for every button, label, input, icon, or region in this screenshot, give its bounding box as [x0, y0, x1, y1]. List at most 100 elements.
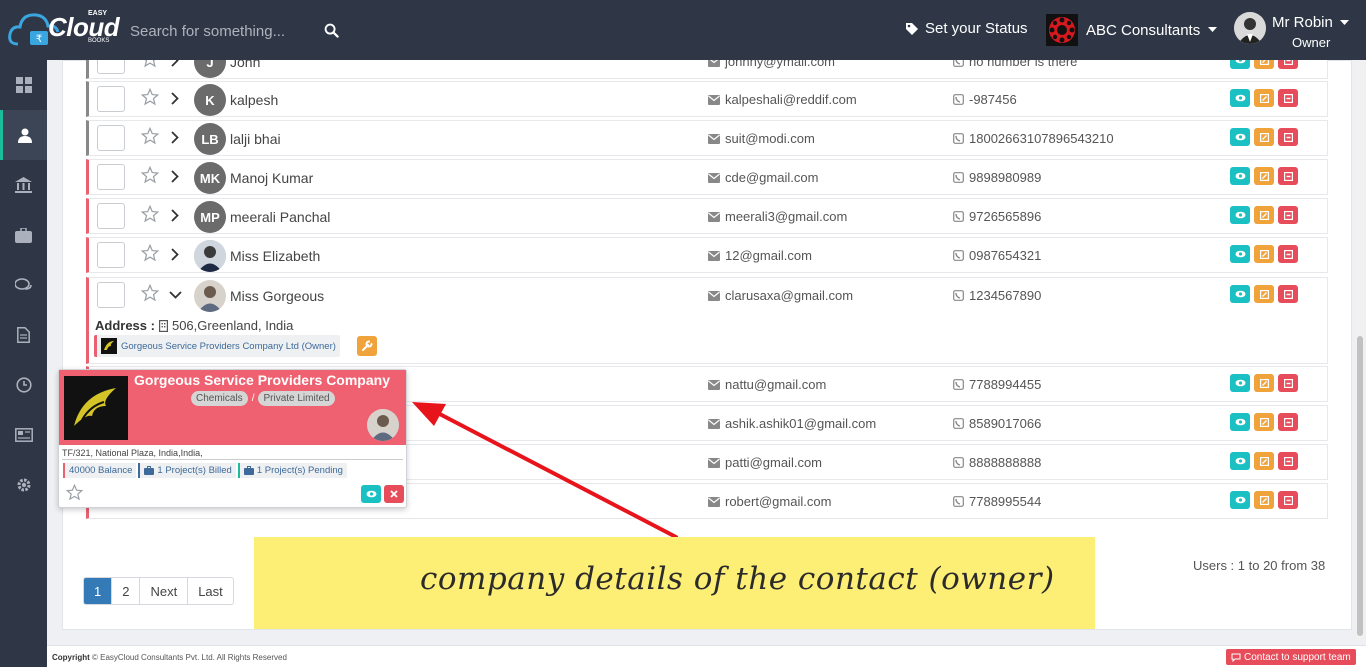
- edit-button[interactable]: [1254, 206, 1274, 224]
- chevron-down-icon[interactable]: [169, 291, 182, 299]
- search-input[interactable]: [130, 20, 310, 42]
- row-checkbox[interactable]: [97, 282, 125, 308]
- edit-button[interactable]: [1254, 491, 1274, 509]
- search-icon[interactable]: [324, 23, 339, 38]
- app-logo[interactable]: ₹ Cloud EASY BOOKS: [8, 4, 120, 56]
- contact-email[interactable]: ashik.ashik01@gmail.com: [708, 416, 876, 431]
- sidebar-item-chat[interactable]: [0, 260, 47, 310]
- sidebar-item-contacts[interactable]: [0, 110, 47, 160]
- view-button[interactable]: [1230, 285, 1250, 303]
- star-icon[interactable]: [141, 88, 159, 106]
- row-checkbox[interactable]: [97, 203, 125, 229]
- close-popup-button[interactable]: [384, 485, 404, 503]
- view-company-button[interactable]: [361, 485, 381, 503]
- delete-button[interactable]: [1278, 128, 1298, 146]
- view-button[interactable]: [1230, 167, 1250, 185]
- star-icon[interactable]: [141, 284, 159, 302]
- contact-row-expanded[interactable]: Miss Gorgeous clarusaxa@gmail.com 123456…: [86, 277, 1328, 364]
- delete-button[interactable]: [1278, 374, 1298, 392]
- contact-email[interactable]: patti@gmail.com: [708, 455, 822, 470]
- chevron-right-icon[interactable]: [171, 170, 179, 183]
- delete-button[interactable]: [1278, 452, 1298, 470]
- contact-name[interactable]: kalpesh: [230, 92, 278, 108]
- delete-button[interactable]: [1278, 285, 1298, 303]
- contact-row[interactable]: LB lalji bhai suit@modi.com 180026631078…: [86, 120, 1328, 156]
- sidebar-item-time[interactable]: [0, 360, 47, 410]
- view-button[interactable]: [1230, 206, 1250, 224]
- contact-email[interactable]: suit@modi.com: [708, 131, 815, 146]
- company-chip[interactable]: Gorgeous Service Providers Company Ltd (…: [94, 335, 340, 357]
- chevron-right-icon[interactable]: [171, 248, 179, 261]
- row-checkbox[interactable]: [97, 242, 125, 268]
- minus-icon: [1283, 171, 1293, 181]
- edit-button[interactable]: [1254, 452, 1274, 470]
- company-settings-button[interactable]: [357, 336, 377, 356]
- view-button[interactable]: [1230, 491, 1250, 509]
- page-1-button[interactable]: 1: [84, 578, 113, 604]
- view-button[interactable]: [1230, 245, 1250, 263]
- edit-button[interactable]: [1254, 167, 1274, 185]
- view-button[interactable]: [1230, 413, 1250, 431]
- edit-button[interactable]: [1254, 285, 1274, 303]
- star-icon[interactable]: [141, 205, 159, 223]
- delete-button[interactable]: [1278, 206, 1298, 224]
- delete-button[interactable]: [1278, 245, 1298, 263]
- row-checkbox[interactable]: [97, 86, 125, 112]
- edit-button[interactable]: [1254, 128, 1274, 146]
- contact-email[interactable]: clarusaxa@gmail.com: [708, 288, 853, 303]
- next-page-button[interactable]: Next: [140, 578, 189, 604]
- company-selector[interactable]: ABC Consultants: [1046, 14, 1218, 46]
- sidebar-item-projects[interactable]: [0, 210, 47, 260]
- sidebar-item-news[interactable]: [0, 410, 47, 460]
- sidebar-item-settings[interactable]: [0, 460, 47, 510]
- edit-button[interactable]: [1254, 413, 1274, 431]
- row-checkbox[interactable]: [97, 125, 125, 151]
- row-checkbox[interactable]: [97, 164, 125, 190]
- chevron-right-icon[interactable]: [171, 209, 179, 222]
- contact-name[interactable]: Miss Elizabeth: [230, 248, 320, 264]
- star-icon[interactable]: [141, 244, 159, 262]
- contact-email[interactable]: cde@gmail.com: [708, 170, 818, 185]
- contact-email[interactable]: 12@gmail.com: [708, 248, 812, 263]
- delete-button[interactable]: [1278, 491, 1298, 509]
- sidebar-item-bank[interactable]: [0, 160, 47, 210]
- edit-icon: [1259, 93, 1269, 103]
- minus-icon: [1283, 417, 1293, 427]
- user-menu[interactable]: Mr Robin Owner: [1234, 10, 1354, 52]
- view-button[interactable]: [1230, 452, 1250, 470]
- sidebar-item-documents[interactable]: [0, 310, 47, 360]
- star-icon[interactable]: [66, 484, 83, 501]
- contact-name[interactable]: Manoj Kumar: [230, 170, 313, 186]
- contact-row[interactable]: Miss Elizabeth 12@gmail.com 0987654321: [86, 237, 1328, 273]
- delete-button[interactable]: [1278, 89, 1298, 107]
- contact-email[interactable]: kalpeshali@reddif.com: [708, 92, 857, 107]
- popup-company-title[interactable]: Gorgeous Service Providers Company: [134, 372, 390, 388]
- last-page-button[interactable]: Last: [188, 578, 233, 604]
- edit-button[interactable]: [1254, 374, 1274, 392]
- contact-row[interactable]: MP meerali Panchal meerali3@gmail.com 97…: [86, 198, 1328, 234]
- contact-row[interactable]: MK Manoj Kumar cde@gmail.com 9898980989: [86, 159, 1328, 195]
- contact-name[interactable]: lalji bhai: [230, 131, 281, 147]
- page-2-button[interactable]: 2: [112, 578, 141, 604]
- view-button[interactable]: [1230, 374, 1250, 392]
- view-button[interactable]: [1230, 128, 1250, 146]
- chevron-right-icon[interactable]: [171, 92, 179, 105]
- contact-email[interactable]: meerali3@gmail.com: [708, 209, 847, 224]
- delete-button[interactable]: [1278, 167, 1298, 185]
- contact-support-button[interactable]: Contact to support team: [1226, 649, 1356, 665]
- view-button[interactable]: [1230, 89, 1250, 107]
- delete-button[interactable]: [1278, 413, 1298, 431]
- contact-name[interactable]: meerali Panchal: [230, 209, 330, 225]
- contact-email[interactable]: robert@gmail.com: [708, 494, 831, 509]
- edit-button[interactable]: [1254, 245, 1274, 263]
- set-status-link[interactable]: Set your Status: [905, 20, 1028, 37]
- star-icon[interactable]: [141, 127, 159, 145]
- contact-email[interactable]: nattu@gmail.com: [708, 377, 826, 392]
- edit-button[interactable]: [1254, 89, 1274, 107]
- contact-name[interactable]: Miss Gorgeous: [230, 288, 324, 304]
- scrollbar-thumb[interactable]: [1357, 336, 1363, 636]
- sidebar-item-dashboard[interactable]: [0, 60, 47, 110]
- contact-row[interactable]: K kalpesh kalpeshali@reddif.com -987456: [86, 81, 1328, 117]
- chevron-right-icon[interactable]: [171, 131, 179, 144]
- star-icon[interactable]: [141, 166, 159, 184]
